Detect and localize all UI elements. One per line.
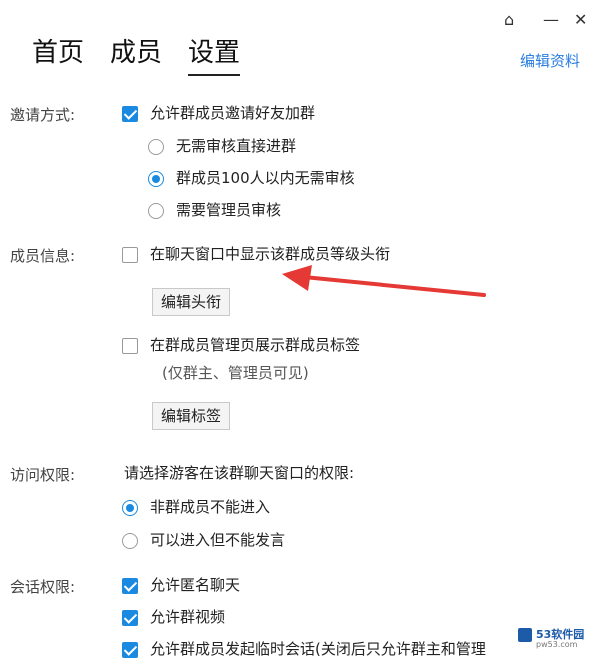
tab-settings[interactable]: 设置	[188, 36, 241, 76]
annotation-arrow	[282, 265, 486, 297]
show-title-checkbox[interactable]	[122, 247, 138, 263]
access-radio-enter-no-speak[interactable]	[122, 533, 138, 549]
anonymous-chat-checkbox[interactable]	[122, 578, 138, 594]
invite-option-label: 群成员100人以内无需审核	[176, 169, 355, 187]
close-icon[interactable]: ✕	[574, 10, 587, 30]
edit-tags-button[interactable]: 编辑标签	[152, 402, 231, 430]
member-info-section-label: 成员信息:	[10, 247, 76, 265]
invite-radio-under-100[interactable]	[148, 171, 164, 187]
session-option-label: 允许匿名聊天	[150, 576, 241, 594]
access-option-label: 非群成员不能进入	[150, 498, 271, 516]
session-section-label: 会话权限:	[10, 578, 76, 596]
invite-option-label: 需要管理员审核	[176, 201, 282, 219]
access-prompt: 请选择游客在该群聊天窗口的权限:	[124, 464, 355, 482]
access-section-label: 访问权限:	[10, 466, 76, 484]
tags-visibility-note: (仅群主、管理员可见)	[162, 364, 309, 382]
invite-radio-admin-review[interactable]	[148, 203, 164, 219]
watermark-mark-icon	[518, 628, 532, 642]
invite-option-label: 无需审核直接进群	[176, 137, 297, 155]
skin-icon[interactable]: ⌂	[504, 10, 514, 30]
watermark-logo: 53软件园 pw53.com	[518, 626, 592, 652]
edit-profile-link[interactable]: 编辑资料	[520, 50, 580, 71]
show-tags-label: 在群成员管理页展示群成员标签	[150, 336, 361, 354]
group-video-checkbox[interactable]	[122, 610, 138, 626]
allow-invite-checkbox[interactable]	[122, 106, 138, 122]
temp-session-checkbox[interactable]	[122, 642, 138, 658]
tab-home[interactable]: 首页	[32, 36, 84, 70]
allow-invite-label: 允许群成员邀请好友加群	[150, 104, 316, 122]
tab-members[interactable]: 成员	[110, 36, 162, 70]
invite-radio-no-review[interactable]	[148, 139, 164, 155]
minimize-icon[interactable]: —	[543, 10, 559, 30]
access-radio-no-entry[interactable]	[122, 500, 138, 516]
session-option-label: 允许群视频	[150, 608, 226, 626]
edit-title-button[interactable]: 编辑头衔	[152, 288, 231, 316]
session-option-label: 允许群成员发起临时会话(关闭后只允许群主和管理	[150, 640, 486, 658]
show-tags-checkbox[interactable]	[122, 338, 138, 354]
invite-section-label: 邀请方式:	[10, 106, 76, 124]
watermark-subtext: pw53.com	[536, 640, 578, 649]
access-option-label: 可以进入但不能发言	[150, 531, 286, 549]
